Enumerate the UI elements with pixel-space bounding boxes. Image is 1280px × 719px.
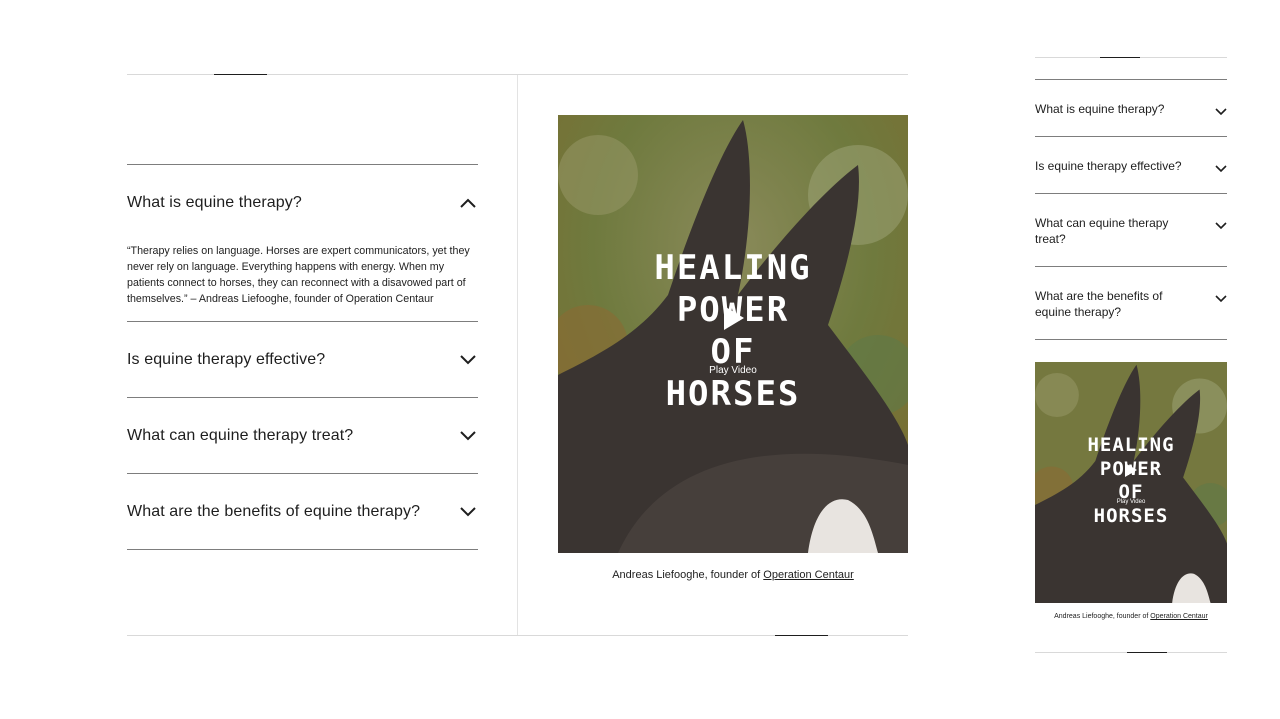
play-icon[interactable] <box>1125 463 1137 477</box>
faq-item: What are the benefits of equine therapy? <box>127 473 478 550</box>
chevron-down-icon <box>458 502 478 522</box>
video-title: HEALING POWER OF HORSES <box>558 247 908 415</box>
faq-item: What can equine therapy treat? <box>127 397 478 473</box>
operation-centaur-link[interactable]: Operation Centaur <box>763 569 854 581</box>
caption-text: Andreas Liefooghe, founder of <box>612 569 764 581</box>
video-player[interactable]: HEALING POWER OF HORSES Play Video <box>558 115 908 553</box>
faq-item: What is equine therapy? “Therapy relies … <box>127 164 478 321</box>
chevron-down-icon <box>1215 290 1227 303</box>
mobile-video-title: HEALING POWER OF HORSES <box>1035 434 1227 528</box>
mobile-video-caption: Andreas Liefooghe, founder of Operation … <box>1035 613 1227 620</box>
mobile-faq-question: What can equine therapy treat? <box>1035 216 1169 246</box>
mobile-faq-question: What is equine therapy? <box>1035 102 1165 116</box>
video-title-line: HORSES <box>665 374 801 414</box>
desktop-layout: What is equine therapy? “Therapy relies … <box>0 0 1000 719</box>
mobile-faq-item[interactable]: What can equine therapy treat? <box>1035 193 1227 266</box>
chevron-down-icon <box>1215 103 1227 116</box>
bottom-accent-line <box>775 635 828 636</box>
play-icon[interactable] <box>724 306 744 330</box>
chevron-down-icon <box>458 426 478 446</box>
faq-toggle[interactable]: What is equine therapy? <box>127 165 478 241</box>
mobile-faq-item[interactable]: Is equine therapy effective? <box>1035 136 1227 193</box>
mobile-top-accent-line <box>1100 57 1140 58</box>
faq-toggle[interactable]: What are the benefits of equine therapy? <box>127 474 478 549</box>
mobile-video-player[interactable]: HEALING POWER OF HORSES Play Video <box>1035 362 1227 603</box>
video-title-line: HEALING <box>654 248 812 288</box>
mobile-faq-item[interactable]: What are the benefits of equine therapy? <box>1035 266 1227 340</box>
play-video-label[interactable]: Play Video <box>1035 499 1227 505</box>
faq-question: What is equine therapy? <box>127 194 302 211</box>
mobile-faq-item[interactable]: What is equine therapy? <box>1035 79 1227 136</box>
column-divider <box>517 75 518 635</box>
play-video-label[interactable]: Play Video <box>558 365 908 376</box>
chevron-down-icon <box>1215 160 1227 173</box>
chevron-down-icon <box>458 350 478 370</box>
faq-toggle[interactable]: Is equine therapy effective? <box>127 322 478 397</box>
mobile-faq-accordion: What is equine therapy? Is equine therap… <box>1035 79 1227 340</box>
mobile-faq-question: What are the benefits of equine therapy? <box>1035 289 1163 319</box>
operation-centaur-link[interactable]: Operation Centaur <box>1150 613 1208 620</box>
video-title-line: HEALING <box>1087 434 1175 456</box>
faq-question: What can equine therapy treat? <box>127 426 354 444</box>
chevron-down-icon <box>1215 217 1227 230</box>
faq-question: Is equine therapy effective? <box>127 350 326 368</box>
mobile-faq-question: Is equine therapy effective? <box>1035 159 1182 173</box>
video-caption: Andreas Liefooghe, founder of Operation … <box>558 569 908 581</box>
faq-item: Is equine therapy effective? <box>127 321 478 397</box>
caption-text: Andreas Liefooghe, founder of <box>1054 613 1151 620</box>
faq-answer: “Therapy relies on language. Horses are … <box>127 245 470 305</box>
faq-accordion: What is equine therapy? “Therapy relies … <box>127 164 478 550</box>
top-accent-line <box>214 74 267 75</box>
chevron-up-icon <box>458 193 478 213</box>
faq-toggle[interactable]: What can equine therapy treat? <box>127 398 478 473</box>
faq-question: What are the benefits of equine therapy? <box>127 502 421 520</box>
mobile-bottom-accent-line <box>1127 652 1167 653</box>
video-title-line: HORSES <box>1093 504 1169 527</box>
